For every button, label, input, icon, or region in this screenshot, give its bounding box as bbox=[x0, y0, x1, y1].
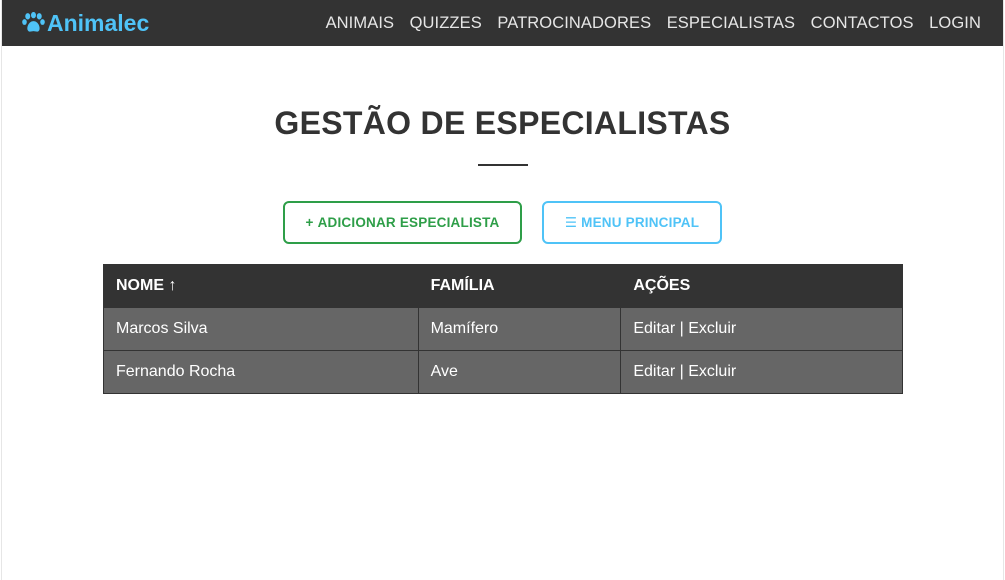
nav-link-contactos[interactable]: CONTACTOS bbox=[811, 14, 914, 33]
title-divider bbox=[478, 164, 528, 166]
table-row: Marcos Silva Mamífero Editar | Excluir bbox=[103, 307, 903, 351]
nav-link-animais[interactable]: ANIMAIS bbox=[326, 14, 395, 33]
action-separator: | bbox=[675, 363, 689, 380]
nav-link-patrocinadores[interactable]: PATROCINADORES bbox=[497, 14, 651, 33]
hamburger-icon: ☰ bbox=[564, 214, 578, 230]
main-menu-label: MENU PRINCIPAL bbox=[581, 215, 700, 230]
cell-family: Mamífero bbox=[417, 307, 622, 351]
delete-link[interactable]: Excluir bbox=[688, 320, 736, 337]
action-separator: | bbox=[675, 320, 689, 337]
specialists-table: NOME ↑ FAMÍLIA AÇÕES Marcos Silva Mamífe… bbox=[103, 264, 903, 394]
cell-actions: Editar | Excluir bbox=[620, 350, 903, 394]
main-menu-button[interactable]: ☰ MENU PRINCIPAL bbox=[542, 201, 722, 244]
nav-link-especialistas[interactable]: ESPECIALISTAS bbox=[667, 14, 795, 33]
column-header-family: FAMÍLIA bbox=[417, 264, 622, 308]
page-title: GESTÃO DE ESPECIALISTAS bbox=[274, 105, 731, 141]
plus-icon: + bbox=[305, 215, 314, 230]
paw-icon bbox=[22, 12, 45, 32]
brand-logo[interactable]: Animalec bbox=[22, 10, 149, 37]
column-header-name[interactable]: NOME ↑ bbox=[103, 264, 419, 308]
nav-links: ANIMAIS QUIZZES PATROCINADORES ESPECIALI… bbox=[310, 14, 981, 33]
cell-family: Ave bbox=[417, 350, 622, 394]
add-specialist-button[interactable]: + ADICIONAR ESPECIALISTA bbox=[283, 201, 522, 244]
column-header-actions: AÇÕES bbox=[620, 264, 903, 308]
add-specialist-label: ADICIONAR ESPECIALISTA bbox=[317, 215, 500, 230]
nav-link-login[interactable]: LOGIN bbox=[929, 14, 981, 33]
table-header-row: NOME ↑ FAMÍLIA AÇÕES bbox=[103, 264, 903, 308]
edit-link[interactable]: Editar bbox=[633, 363, 675, 380]
edit-link[interactable]: Editar bbox=[633, 320, 675, 337]
cell-name: Marcos Silva bbox=[103, 307, 419, 351]
cell-name: Fernando Rocha bbox=[103, 350, 419, 394]
delete-link[interactable]: Excluir bbox=[688, 363, 736, 380]
top-navbar: Animalec ANIMAIS QUIZZES PATROCINADORES … bbox=[2, 0, 1003, 46]
brand-name: Animalec bbox=[47, 9, 150, 36]
nav-link-quizzes[interactable]: QUIZZES bbox=[410, 14, 482, 33]
table-row: Fernando Rocha Ave Editar | Excluir bbox=[103, 350, 903, 394]
cell-actions: Editar | Excluir bbox=[620, 307, 903, 351]
